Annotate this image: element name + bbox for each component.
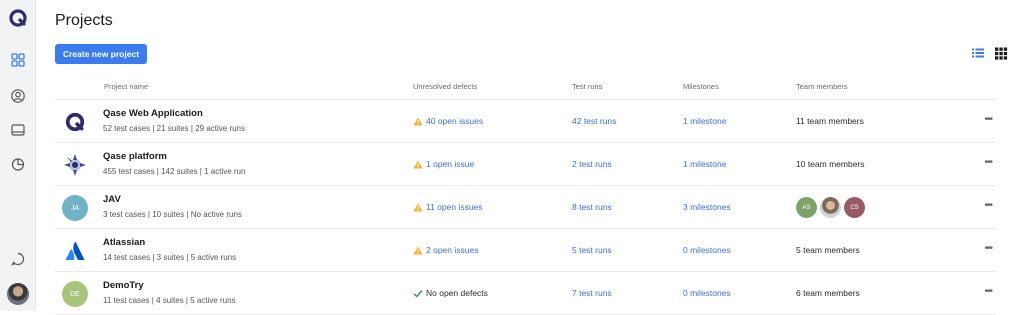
defects-text: No open defects	[426, 288, 488, 298]
defects-cell[interactable]: 11 open issues	[413, 202, 483, 212]
column-header-project-name: Project name	[104, 82, 149, 91]
list-view-icon[interactable]	[971, 46, 985, 60]
avatar[interactable]	[820, 197, 841, 218]
project-initials-logo: DE	[62, 281, 88, 307]
projects-grid-icon[interactable]	[6, 48, 30, 72]
user-circle-icon[interactable]	[6, 84, 30, 108]
project-stats: 52 test cases | 21 suites | 29 active ru…	[103, 124, 246, 133]
project-name[interactable]: Atlassian	[103, 237, 145, 248]
avatar[interactable]: CS	[844, 197, 865, 218]
warning-icon	[413, 203, 423, 211]
test-runs-link[interactable]: 42 test runs	[572, 116, 616, 126]
user-avatar[interactable]	[6, 282, 30, 306]
monitor-icon[interactable]	[6, 118, 30, 142]
more-icon[interactable]: •••	[984, 243, 992, 254]
warning-icon	[413, 160, 423, 168]
project-stats: 3 test cases | 10 suites | No active run…	[103, 210, 242, 219]
pie-chart-icon[interactable]	[6, 152, 30, 176]
team-members-text: 6 team members	[796, 288, 860, 298]
milestones-link[interactable]: 3 milestones	[683, 202, 731, 212]
defects-link[interactable]: 2 open issues	[426, 245, 478, 255]
milestones-link[interactable]: 0 milestones	[683, 288, 731, 298]
project-logo	[62, 238, 88, 264]
table-row[interactable]: DE DemoTry 11 test cases | 4 suites | 5 …	[55, 272, 996, 315]
more-icon[interactable]: •••	[984, 200, 992, 211]
defects-link[interactable]: 11 open issues	[426, 202, 483, 212]
milestones-link[interactable]: 1 milestone	[683, 159, 726, 169]
test-runs-link[interactable]: 2 test runs	[572, 159, 612, 169]
qase-logo-icon[interactable]	[6, 6, 30, 30]
more-icon[interactable]: •••	[984, 286, 992, 297]
team-avatars: AS CS	[796, 197, 868, 218]
test-runs-link[interactable]: 8 test runs	[572, 202, 612, 212]
project-initials-logo: JA	[62, 195, 88, 221]
team-members-text: 5 team members	[796, 245, 860, 255]
defects-cell: No open defects	[413, 288, 488, 298]
test-runs-link[interactable]: 7 test runs	[572, 288, 612, 298]
more-icon[interactable]: •••	[984, 114, 992, 125]
milestones-link[interactable]: 1 milestone	[683, 116, 726, 126]
column-header-team-members: Team members	[796, 82, 848, 91]
more-icon[interactable]: •••	[984, 157, 992, 168]
table-row[interactable]: JA JAV 3 test cases | 10 suites | No act…	[55, 186, 996, 229]
warning-icon	[413, 117, 423, 125]
project-name[interactable]: Qase Web Application	[103, 108, 203, 119]
grid-view-icon[interactable]	[994, 46, 1008, 60]
create-project-button[interactable]: Create new project	[55, 44, 147, 64]
defects-link[interactable]: 1 open issue	[426, 159, 474, 169]
team-members-text: 10 team members	[796, 159, 865, 169]
check-icon	[413, 289, 423, 298]
project-stats: 14 test cases | 3 suites | 5 active runs	[103, 253, 237, 262]
sidebar	[0, 0, 36, 311]
project-name[interactable]: JAV	[103, 194, 121, 205]
column-header-test-runs: Test runs	[572, 82, 603, 91]
page-title: Projects	[55, 12, 113, 29]
project-logo	[62, 152, 88, 178]
chat-icon[interactable]	[6, 247, 30, 271]
defects-cell[interactable]: 40 open issues	[413, 116, 483, 126]
defects-link[interactable]: 40 open issues	[426, 116, 483, 126]
project-stats: 11 test cases | 4 suites | 5 active runs	[103, 296, 236, 305]
table-row[interactable]: Atlassian 14 test cases | 3 suites | 5 a…	[55, 229, 996, 272]
project-logo	[62, 109, 88, 135]
table-row[interactable]: Qase platform 455 test cases | 142 suite…	[55, 143, 996, 186]
table-row[interactable]: Qase Web Application 52 test cases | 21 …	[55, 100, 996, 143]
main-content: Projects Create new project Project name…	[36, 0, 1024, 315]
team-members-text: 11 team members	[796, 116, 864, 126]
defects-cell[interactable]: 1 open issue	[413, 159, 474, 169]
warning-icon	[413, 246, 423, 254]
project-name[interactable]: Qase platform	[103, 151, 167, 162]
defects-cell[interactable]: 2 open issues	[413, 245, 478, 255]
avatar[interactable]: AS	[796, 197, 817, 218]
column-header-milestones: Milestones	[683, 82, 719, 91]
project-name[interactable]: DemoTry	[103, 280, 144, 291]
project-stats: 455 test cases | 142 suites | 1 active r…	[103, 167, 246, 176]
test-runs-link[interactable]: 5 test runs	[572, 245, 612, 255]
column-header-defects: Unresolved defects	[413, 82, 478, 91]
milestones-link[interactable]: 0 milestones	[683, 245, 731, 255]
